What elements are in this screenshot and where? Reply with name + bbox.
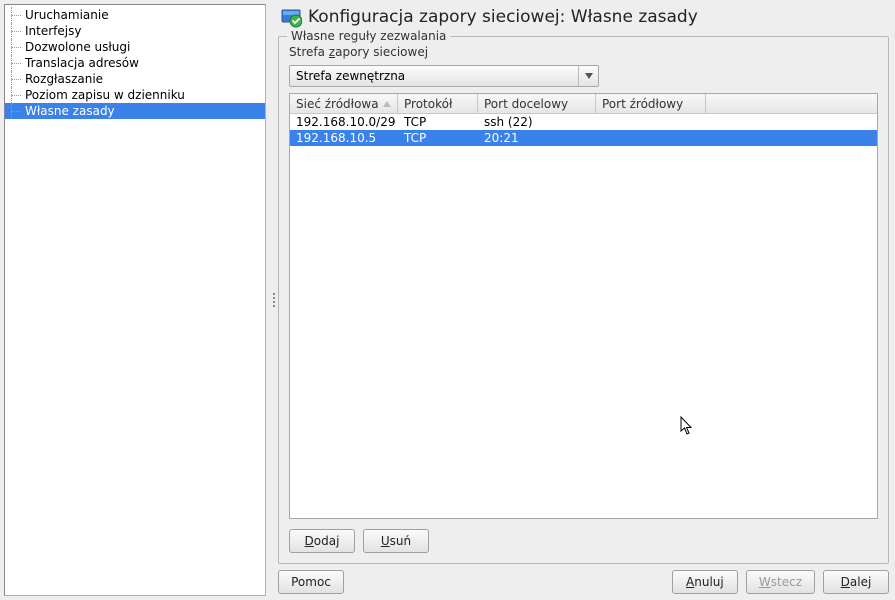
delete-button[interactable]: Usuń [363, 529, 429, 553]
zone-combo[interactable]: Strefa zewnętrzna [289, 65, 599, 87]
sidebar-item-startup[interactable]: Uruchamianie [5, 7, 265, 23]
table-row[interactable]: 192.168.10.0/29 TCP ssh (22) [290, 114, 877, 130]
splitter[interactable] [270, 0, 278, 600]
wizard-button-bar: Pomoc Anuluj Wstecz Dalej [278, 570, 889, 594]
add-button[interactable]: Dodaj [289, 529, 355, 553]
help-button[interactable]: Pomoc [278, 570, 344, 594]
col-dst-port[interactable]: Port docelowy [478, 94, 596, 113]
col-source-net[interactable]: Sieć źródłowa [290, 94, 398, 113]
col-src-port[interactable]: Port źródłowy [596, 94, 706, 113]
sidebar-item-broadcast[interactable]: Rozgłaszanie [5, 71, 265, 87]
page-header: Konfiguracja zapory sieciowej: Własne za… [278, 4, 889, 30]
table-row[interactable]: 192.168.10.5 TCP 20:21 [290, 130, 877, 146]
col-protocol[interactable]: Protokół [398, 94, 478, 113]
sidebar-item-nat[interactable]: Translacja adresów [5, 55, 265, 71]
sidebar-item-interfaces[interactable]: Interfejsy [5, 23, 265, 39]
col-filler [706, 94, 877, 113]
sidebar-item-custom-rules[interactable]: Własne zasady [5, 103, 265, 119]
zone-label: Strefa zapory sieciowej [289, 45, 878, 59]
allow-rules-group: Własne reguły zezwalania Strefa zapory s… [278, 36, 889, 564]
rules-table[interactable]: Sieć źródłowa Protokół Port docelowy Por… [289, 93, 878, 519]
fieldset-legend: Własne reguły zezwalania [287, 29, 450, 43]
back-button[interactable]: Wstecz [746, 570, 815, 594]
sidebar-item-logging[interactable]: Poziom zapisu w dzienniku [5, 87, 265, 103]
page-title: Konfiguracja zapory sieciowej: Własne za… [308, 7, 698, 27]
table-header: Sieć źródłowa Protokół Port docelowy Por… [290, 94, 877, 114]
next-button[interactable]: Dalej [823, 570, 889, 594]
sidebar-item-allowed-services[interactable]: Dozwolone usługi [5, 39, 265, 55]
chevron-down-icon [578, 66, 598, 86]
cancel-button[interactable]: Anuluj [672, 570, 738, 594]
sort-asc-icon [383, 101, 391, 107]
firewall-shield-icon [280, 6, 302, 28]
zone-combo-value: Strefa zewnętrzna [296, 69, 405, 83]
nav-tree[interactable]: Uruchamianie Interfejsy Dozwolone usługi… [4, 4, 266, 596]
